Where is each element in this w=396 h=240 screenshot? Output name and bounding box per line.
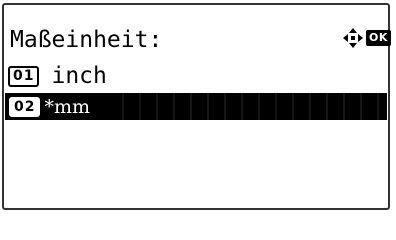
item-number-badge: 01 — [8, 65, 40, 87]
list-item-inch[interactable]: 01 inch — [8, 62, 107, 90]
list-item-mm-selected[interactable]: 02 *mm — [5, 93, 387, 120]
item-label: *mm — [44, 95, 91, 118]
item-label: inch — [51, 63, 107, 89]
four-way-arrow-icon — [343, 28, 363, 48]
page-title: Maßeinheit: — [10, 27, 163, 53]
item-number-badge: 02 — [9, 96, 41, 117]
nav-indicator: OK — [342, 27, 391, 49]
ok-icon: OK — [366, 30, 391, 46]
